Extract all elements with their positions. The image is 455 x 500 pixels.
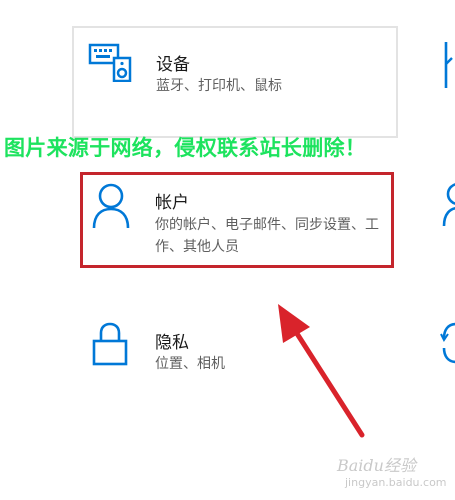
baidu-logo: Baidu经验 [337,456,416,475]
baidu-logo-url: jingyan.baidu.com [345,476,447,489]
annotation-arrow [278,304,365,438]
